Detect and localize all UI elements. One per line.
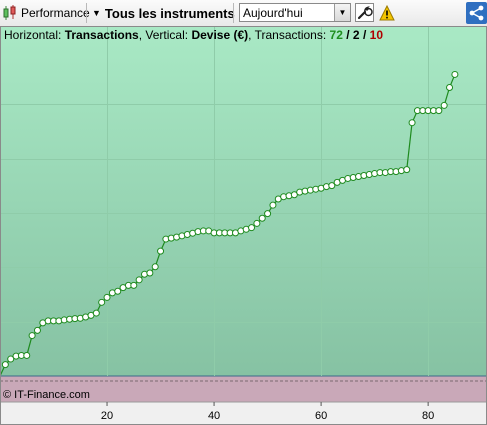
data-point	[103, 293, 111, 301]
count-slash: /	[362, 28, 367, 42]
winning-count: 72	[329, 28, 343, 42]
equity-chart: 20 40 60 80	[0, 26, 487, 425]
instruments-dropdown[interactable]: ▼ Tous les instruments	[92, 2, 235, 24]
wrench-button[interactable]	[355, 3, 374, 22]
copyright-label: © IT-Finance.com	[3, 389, 90, 401]
chevron-down-icon[interactable]: ▼	[334, 4, 350, 21]
share-icon	[469, 5, 484, 21]
equity-chart-panel: 20 40 60 80 Horizontal: Transactions, Verti…	[0, 26, 487, 425]
warning-button[interactable]	[379, 4, 395, 21]
x-tick-label: 20	[101, 410, 113, 422]
data-point	[33, 326, 41, 334]
performance-button[interactable]: Performance	[2, 2, 90, 24]
x-tick-label: 80	[422, 410, 434, 422]
count-slash: /	[346, 28, 350, 42]
period-select[interactable]: Aujourd'hui ▼	[239, 3, 351, 22]
data-point	[114, 287, 122, 295]
data-point	[157, 247, 165, 255]
horizontal-prefix: Horizontal:	[4, 28, 62, 42]
data-point	[408, 119, 416, 127]
data-point	[258, 214, 266, 222]
data-point	[151, 263, 159, 271]
data-point	[264, 210, 272, 218]
share-button[interactable]	[466, 2, 487, 24]
instruments-label: Tous les instruments	[104, 5, 235, 21]
candlestick-icon	[3, 5, 16, 20]
x-tick-label: 60	[315, 410, 327, 422]
data-point	[435, 107, 443, 115]
data-point	[440, 101, 448, 109]
x-axis-area	[0, 402, 487, 425]
toolbar-separator	[86, 3, 87, 23]
data-point	[98, 298, 106, 306]
data-point	[1, 361, 9, 369]
x-tick-label: 40	[208, 410, 220, 422]
transactions-prefix: , Transactions:	[248, 28, 327, 42]
data-point	[135, 276, 143, 284]
horizontal-value: Transactions	[64, 28, 139, 42]
data-point	[446, 83, 454, 91]
data-point	[403, 166, 411, 174]
losing-count: 10	[369, 28, 383, 42]
toolbar-separator	[233, 3, 234, 23]
wrench-icon	[357, 6, 373, 20]
data-point	[248, 224, 256, 232]
data-point	[28, 332, 36, 340]
performance-label: Performance	[21, 6, 90, 20]
data-point	[253, 219, 261, 227]
data-point	[146, 269, 154, 277]
neutral-count: 2	[352, 28, 360, 42]
plot-background	[0, 26, 487, 376]
vertical-value: Devise (€)	[191, 28, 249, 42]
vertical-prefix: , Vertical:	[138, 28, 189, 42]
dropdown-arrow-icon: ▼	[92, 8, 101, 18]
data-point	[451, 70, 459, 78]
data-point	[23, 351, 31, 359]
toolbar: Performance ▼ Tous les instruments Aujou…	[0, 0, 487, 27]
data-point	[130, 281, 138, 289]
period-select-value: Aujourd'hui	[243, 6, 303, 20]
warning-icon	[379, 4, 395, 21]
chart-info-line: Horizontal: Transactions, Vertical: Devi…	[4, 28, 383, 42]
data-point	[92, 309, 100, 317]
data-point	[269, 201, 277, 209]
